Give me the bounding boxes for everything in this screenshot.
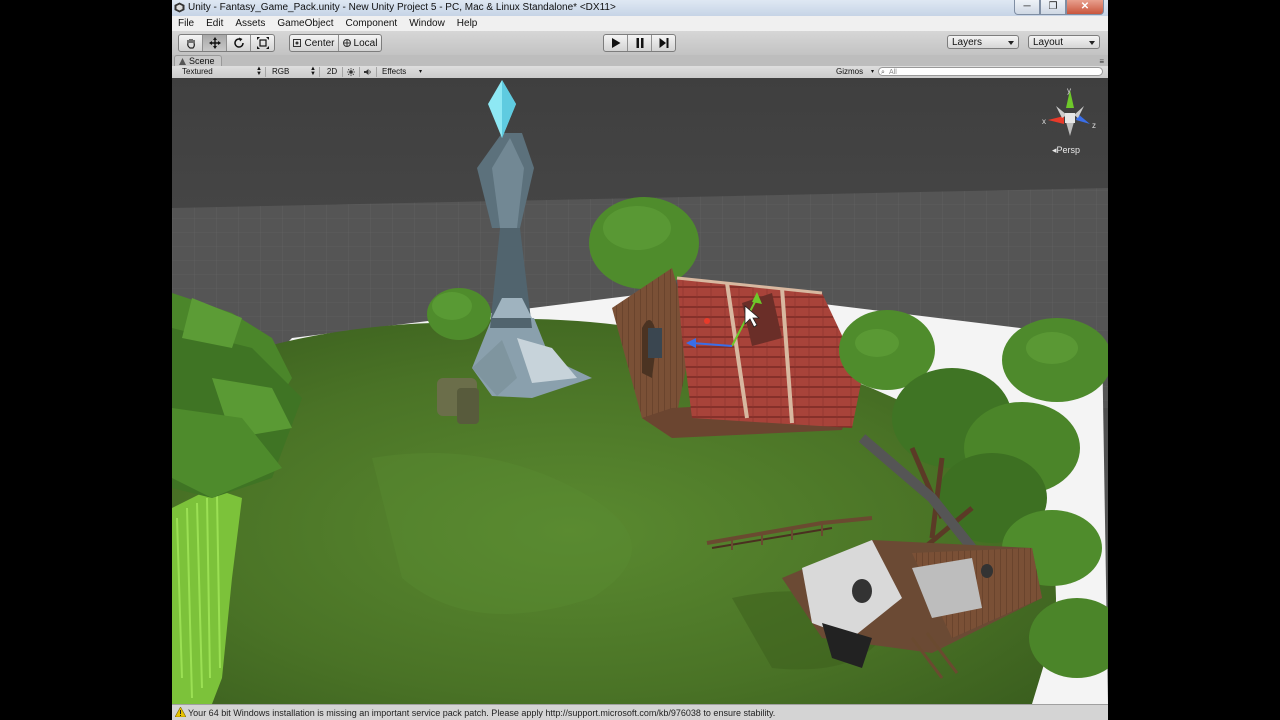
pivot-toggles: Center Local (289, 34, 382, 52)
scene-search-input[interactable]: ⌕ All (878, 67, 1103, 76)
scene-render (172, 78, 1108, 704)
chevron-down-icon: ▾ (418, 69, 422, 75)
chevron-down-icon: ▾ (870, 69, 874, 75)
scene-icon (179, 58, 186, 65)
pivot-local-label: Local (353, 37, 378, 49)
updown-arrows-icon: ▲ ▼ (310, 66, 316, 77)
window-title: Unity - Fantasy_Game_Pack.unity - New Un… (188, 2, 616, 13)
rotate-icon (233, 37, 244, 48)
mode-2d-toggle[interactable]: 2D (322, 67, 343, 77)
play-icon (611, 38, 620, 48)
rotate-tool-button[interactable] (227, 35, 251, 51)
render-mode-dropdown[interactable]: Textured ▲ ▼ (178, 66, 266, 77)
move-icon (208, 37, 221, 49)
hand-icon (186, 39, 195, 49)
pivot-center-label: Center (304, 37, 335, 49)
scene-tab-bar: Scene ≡ (172, 55, 1108, 67)
tab-menu-icon[interactable]: ≡ (1099, 57, 1104, 66)
layout-dropdown[interactable]: Layout (1028, 35, 1100, 49)
lighting-toggle[interactable] (343, 67, 360, 77)
gizmos-label: Gizmos (836, 67, 864, 76)
menu-assets[interactable]: Assets (229, 16, 271, 31)
unity-logo-icon (174, 2, 185, 13)
menu-file[interactable]: File (172, 16, 200, 31)
speaker-icon (364, 69, 371, 75)
color-mode-dropdown[interactable]: RGB ▲ ▼ (268, 66, 320, 77)
menu-edit[interactable]: Edit (200, 16, 229, 31)
globe-icon (342, 39, 351, 47)
hand-tool-button[interactable] (179, 35, 203, 51)
pivot-icon (293, 39, 302, 47)
menu-gameobject[interactable]: GameObject (271, 16, 339, 31)
axis-label-y: y (1067, 86, 1071, 95)
chevron-down-icon (1089, 41, 1095, 45)
color-mode-label: RGB (272, 67, 290, 76)
menu-component[interactable]: Component (340, 16, 404, 31)
title-bar: Unity - Fantasy_Game_Pack.unity - New Un… (172, 0, 1108, 17)
audio-toggle[interactable] (360, 67, 377, 77)
scene-viewport[interactable]: y x z ◂Persp (172, 78, 1108, 704)
unity-editor-window: Unity - Fantasy_Game_Pack.unity - New Un… (172, 0, 1108, 720)
step-icon (659, 38, 668, 48)
layers-label: Layers (952, 37, 983, 48)
axis-label-x: x (1042, 117, 1046, 126)
scale-tool-button[interactable] (251, 35, 274, 51)
axis-label-z: z (1092, 121, 1096, 130)
gizmos-dropdown[interactable]: Gizmos ▾ (832, 67, 874, 77)
status-bar[interactable]: Your 64 bit Windows installation is miss… (172, 704, 1108, 720)
menu-window[interactable]: Window (403, 16, 451, 31)
search-placeholder: All (889, 69, 897, 76)
layers-dropdown[interactable]: Layers (947, 35, 1019, 49)
play-button[interactable] (604, 35, 628, 51)
pause-button[interactable] (628, 35, 652, 51)
playback-controls (603, 34, 676, 52)
effects-label: Effects (382, 67, 407, 76)
render-mode-label: Textured (182, 67, 213, 76)
pause-icon (636, 38, 643, 48)
sun-icon (347, 68, 355, 76)
search-icon: ⌕ (881, 69, 885, 76)
menu-help[interactable]: Help (451, 16, 484, 31)
status-message: Your 64 bit Windows installation is miss… (188, 708, 776, 718)
move-tool-button[interactable] (203, 35, 227, 51)
close-button[interactable]: ✕ (1066, 0, 1104, 15)
minimize-button[interactable]: ─ (1014, 0, 1040, 15)
transform-tools (178, 34, 275, 52)
step-button[interactable] (652, 35, 675, 51)
layout-label: Layout (1033, 37, 1064, 48)
menu-bar: File Edit Assets GameObject Component Wi… (172, 16, 1108, 32)
chevron-down-icon (1008, 41, 1014, 45)
projection-label[interactable]: ◂Persp (1052, 145, 1080, 156)
effects-dropdown[interactable]: Effects ▾ (378, 67, 422, 77)
window-controls: ─ ❐ ✕ (1014, 0, 1104, 15)
pivot-center-button[interactable]: Center (290, 35, 339, 51)
main-toolbar: Center Local Layers Layout (172, 31, 1108, 56)
pivot-local-button[interactable]: Local (339, 35, 381, 51)
updown-arrows-icon: ▲ ▼ (256, 66, 262, 77)
scale-icon (256, 37, 269, 49)
projection-text: Persp (1056, 145, 1081, 155)
maximize-button[interactable]: ❐ (1040, 0, 1066, 15)
warning-icon (175, 707, 186, 717)
